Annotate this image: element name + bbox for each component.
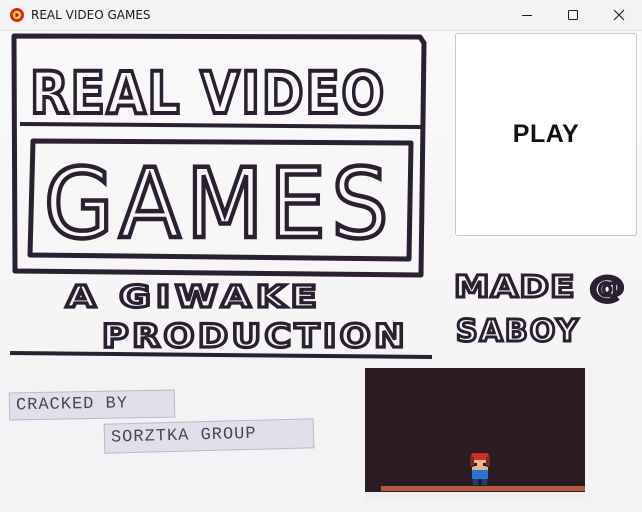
window-title: REAL VIDEO GAMES [31, 8, 151, 22]
close-button[interactable] [596, 0, 642, 30]
app-window: REAL VIDEO GAMES REAL VIDEO GAMES A GIWA… [0, 0, 642, 512]
play-button-label: PLAY [512, 120, 580, 148]
game-screenshot-photo [365, 368, 585, 500]
credit-artwork: MADE @ SABOY [453, 269, 627, 351]
cracker-group-label: SORZTKA GROUP [103, 418, 315, 454]
credit-line-made: MADE @ [454, 270, 626, 305]
game-floor [381, 486, 585, 491]
title-line-games: GAMES [44, 148, 394, 260]
game-app-icon [10, 8, 24, 22]
minimize-icon [522, 15, 532, 16]
title-line-a-giwake: A GIWAKE [66, 280, 322, 315]
title-artwork: REAL VIDEO GAMES A GIWAKE PRODUCTION [9, 33, 433, 359]
title-bar[interactable]: REAL VIDEO GAMES [0, 0, 642, 31]
cracked-by-label: CRACKED BY [8, 389, 176, 421]
close-icon [613, 9, 625, 21]
title-line-real-video: REAL VIDEO [30, 59, 386, 127]
photo-edge [365, 492, 585, 500]
minimize-button[interactable] [504, 0, 550, 30]
title-line-production: PRODUCTION [102, 317, 408, 355]
maximize-icon [568, 10, 578, 20]
play-button[interactable]: PLAY [455, 33, 637, 236]
maximize-button[interactable] [550, 0, 596, 30]
credit-line-saboy: SABOY [456, 314, 580, 349]
player-sprite-icon [470, 453, 490, 485]
game-menu-area: REAL VIDEO GAMES A GIWAKE PRODUCTION PLA… [0, 31, 642, 512]
